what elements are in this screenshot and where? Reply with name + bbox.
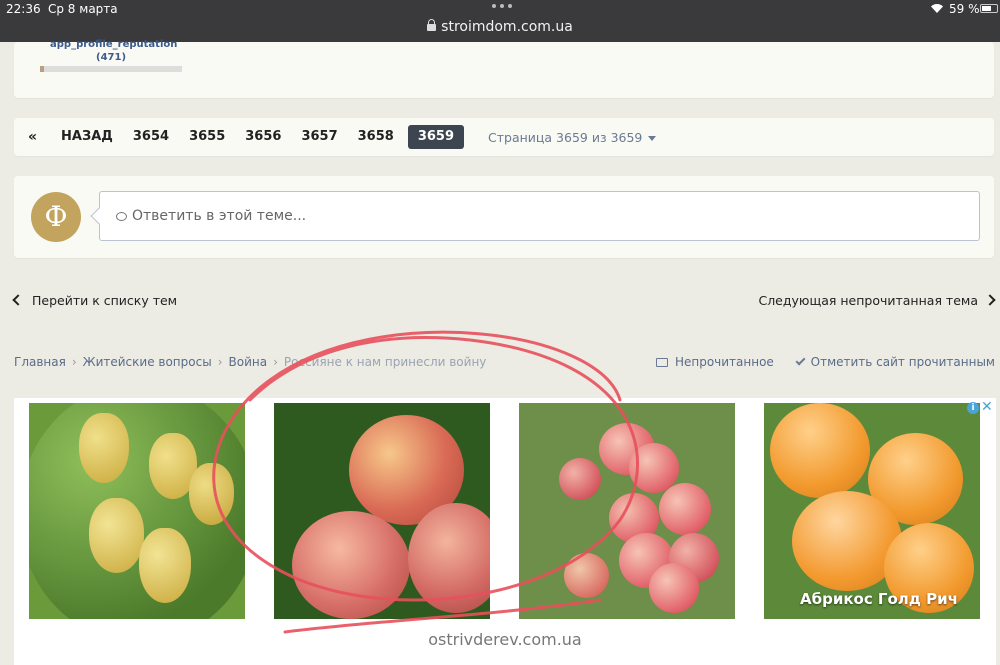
current-page[interactable]: 3659: [407, 125, 464, 149]
unread-link[interactable]: Непрочитанное: [655, 355, 774, 369]
mark-read-label: Отметить сайт прочитанным: [810, 355, 995, 369]
first-page-button[interactable]: «: [14, 125, 51, 149]
reputation-count: (471): [96, 52, 127, 63]
check-icon: [795, 355, 806, 366]
breadcrumb-separator: ›: [217, 355, 223, 369]
url-text: stroimdom.com.ua: [441, 19, 573, 35]
chevron-right-icon: [984, 294, 996, 306]
breadcrumb-separator: ›: [273, 355, 278, 369]
address-bar[interactable]: stroimdom.com.ua: [0, 19, 1000, 35]
breadcrumb-actions: Непрочитанное Отметить сайт прочитанным: [655, 355, 995, 369]
breadcrumb: Главная › Житейские вопросы › Война › Россияне…: [14, 355, 486, 369]
date: Ср 8 марта: [48, 2, 118, 16]
caret-down-icon: [648, 135, 657, 141]
reputation-bar-fill: [40, 66, 45, 72]
page-jump-dropdown[interactable]: Страница 3659 из 3659: [488, 129, 657, 145]
wifi-icon: [930, 3, 944, 17]
back-button[interactable]: НАЗАД: [51, 125, 123, 149]
reply-pointer: [90, 207, 108, 225]
ad-domain-link[interactable]: ostrivderev.com.ua: [14, 630, 996, 649]
breadcrumb-forum[interactable]: Война: [229, 355, 268, 369]
prev-label: Перейти к списку тем: [32, 293, 178, 308]
next-label: Следующая непрочитанная тема: [758, 293, 978, 308]
page-info-text: Страница 3659 из 3659: [488, 129, 643, 145]
breadcrumb-current: Россияне к нам принесли войну: [283, 355, 487, 369]
breadcrumb-category[interactable]: Житейские вопросы: [83, 355, 212, 369]
ad-info-icon[interactable]: i: [967, 402, 979, 414]
profile-reputation-card: app_profile_reputation (471): [14, 39, 994, 98]
reputation-label: app_profile_reputation: [50, 39, 178, 50]
unread-label: Непрочитанное: [674, 355, 774, 369]
more-dots-icon[interactable]: [492, 4, 512, 8]
page-link[interactable]: 3656: [235, 125, 291, 149]
page-link[interactable]: 3657: [291, 125, 347, 149]
ad-close-icon[interactable]: ✕: [981, 399, 993, 415]
ad-image-peaches[interactable]: [274, 403, 490, 619]
go-to-topic-list-link[interactable]: Перейти к списку тем: [12, 293, 178, 308]
page-link[interactable]: 3655: [179, 125, 235, 149]
reply-input[interactable]: Ответить в этой теме...: [90, 191, 980, 241]
avatar[interactable]: Ф: [31, 192, 81, 242]
chevron-left-icon: [12, 294, 24, 306]
pagination: « НАЗАД 3654 3655 3656 3657 3658 3659 Ст…: [14, 118, 994, 156]
breadcrumb-separator: ›: [71, 355, 77, 369]
battery-icon: [980, 4, 998, 13]
clock: 22:36: [6, 2, 41, 16]
next-unread-topic-link[interactable]: Следующая непрочитанная тема: [758, 293, 996, 308]
ad-image-apples[interactable]: [519, 403, 735, 619]
ad-image-pears[interactable]: [29, 403, 245, 619]
breadcrumb-home[interactable]: Главная: [14, 355, 66, 369]
mark-site-read-link[interactable]: Отметить сайт прочитанным: [778, 355, 995, 369]
ad-caption: Абрикос Голд Рич: [800, 590, 958, 608]
ad-banner[interactable]: Абрикос Голд Рич i ✕ ostrivderev.com.ua: [14, 398, 996, 665]
reputation-bar: [40, 66, 182, 72]
page-link[interactable]: 3654: [123, 125, 179, 149]
battery-percent: 59 %: [949, 2, 980, 16]
unread-icon: [655, 358, 668, 367]
page-link[interactable]: 3658: [348, 125, 404, 149]
ad-image-apricots[interactable]: Абрикос Голд Рич: [764, 403, 980, 619]
reply-placeholder-wrap: Ответить в этой теме...: [116, 208, 306, 224]
browser-status-bar: 22:36 Ср 8 марта stroimdom.com.ua 59 %: [0, 0, 1000, 42]
quick-reply-card: Ф Ответить в этой теме...: [14, 176, 994, 258]
reply-placeholder: Ответить в этой теме...: [132, 208, 307, 224]
comment-icon: [116, 212, 127, 221]
lock-icon: [427, 19, 437, 31]
